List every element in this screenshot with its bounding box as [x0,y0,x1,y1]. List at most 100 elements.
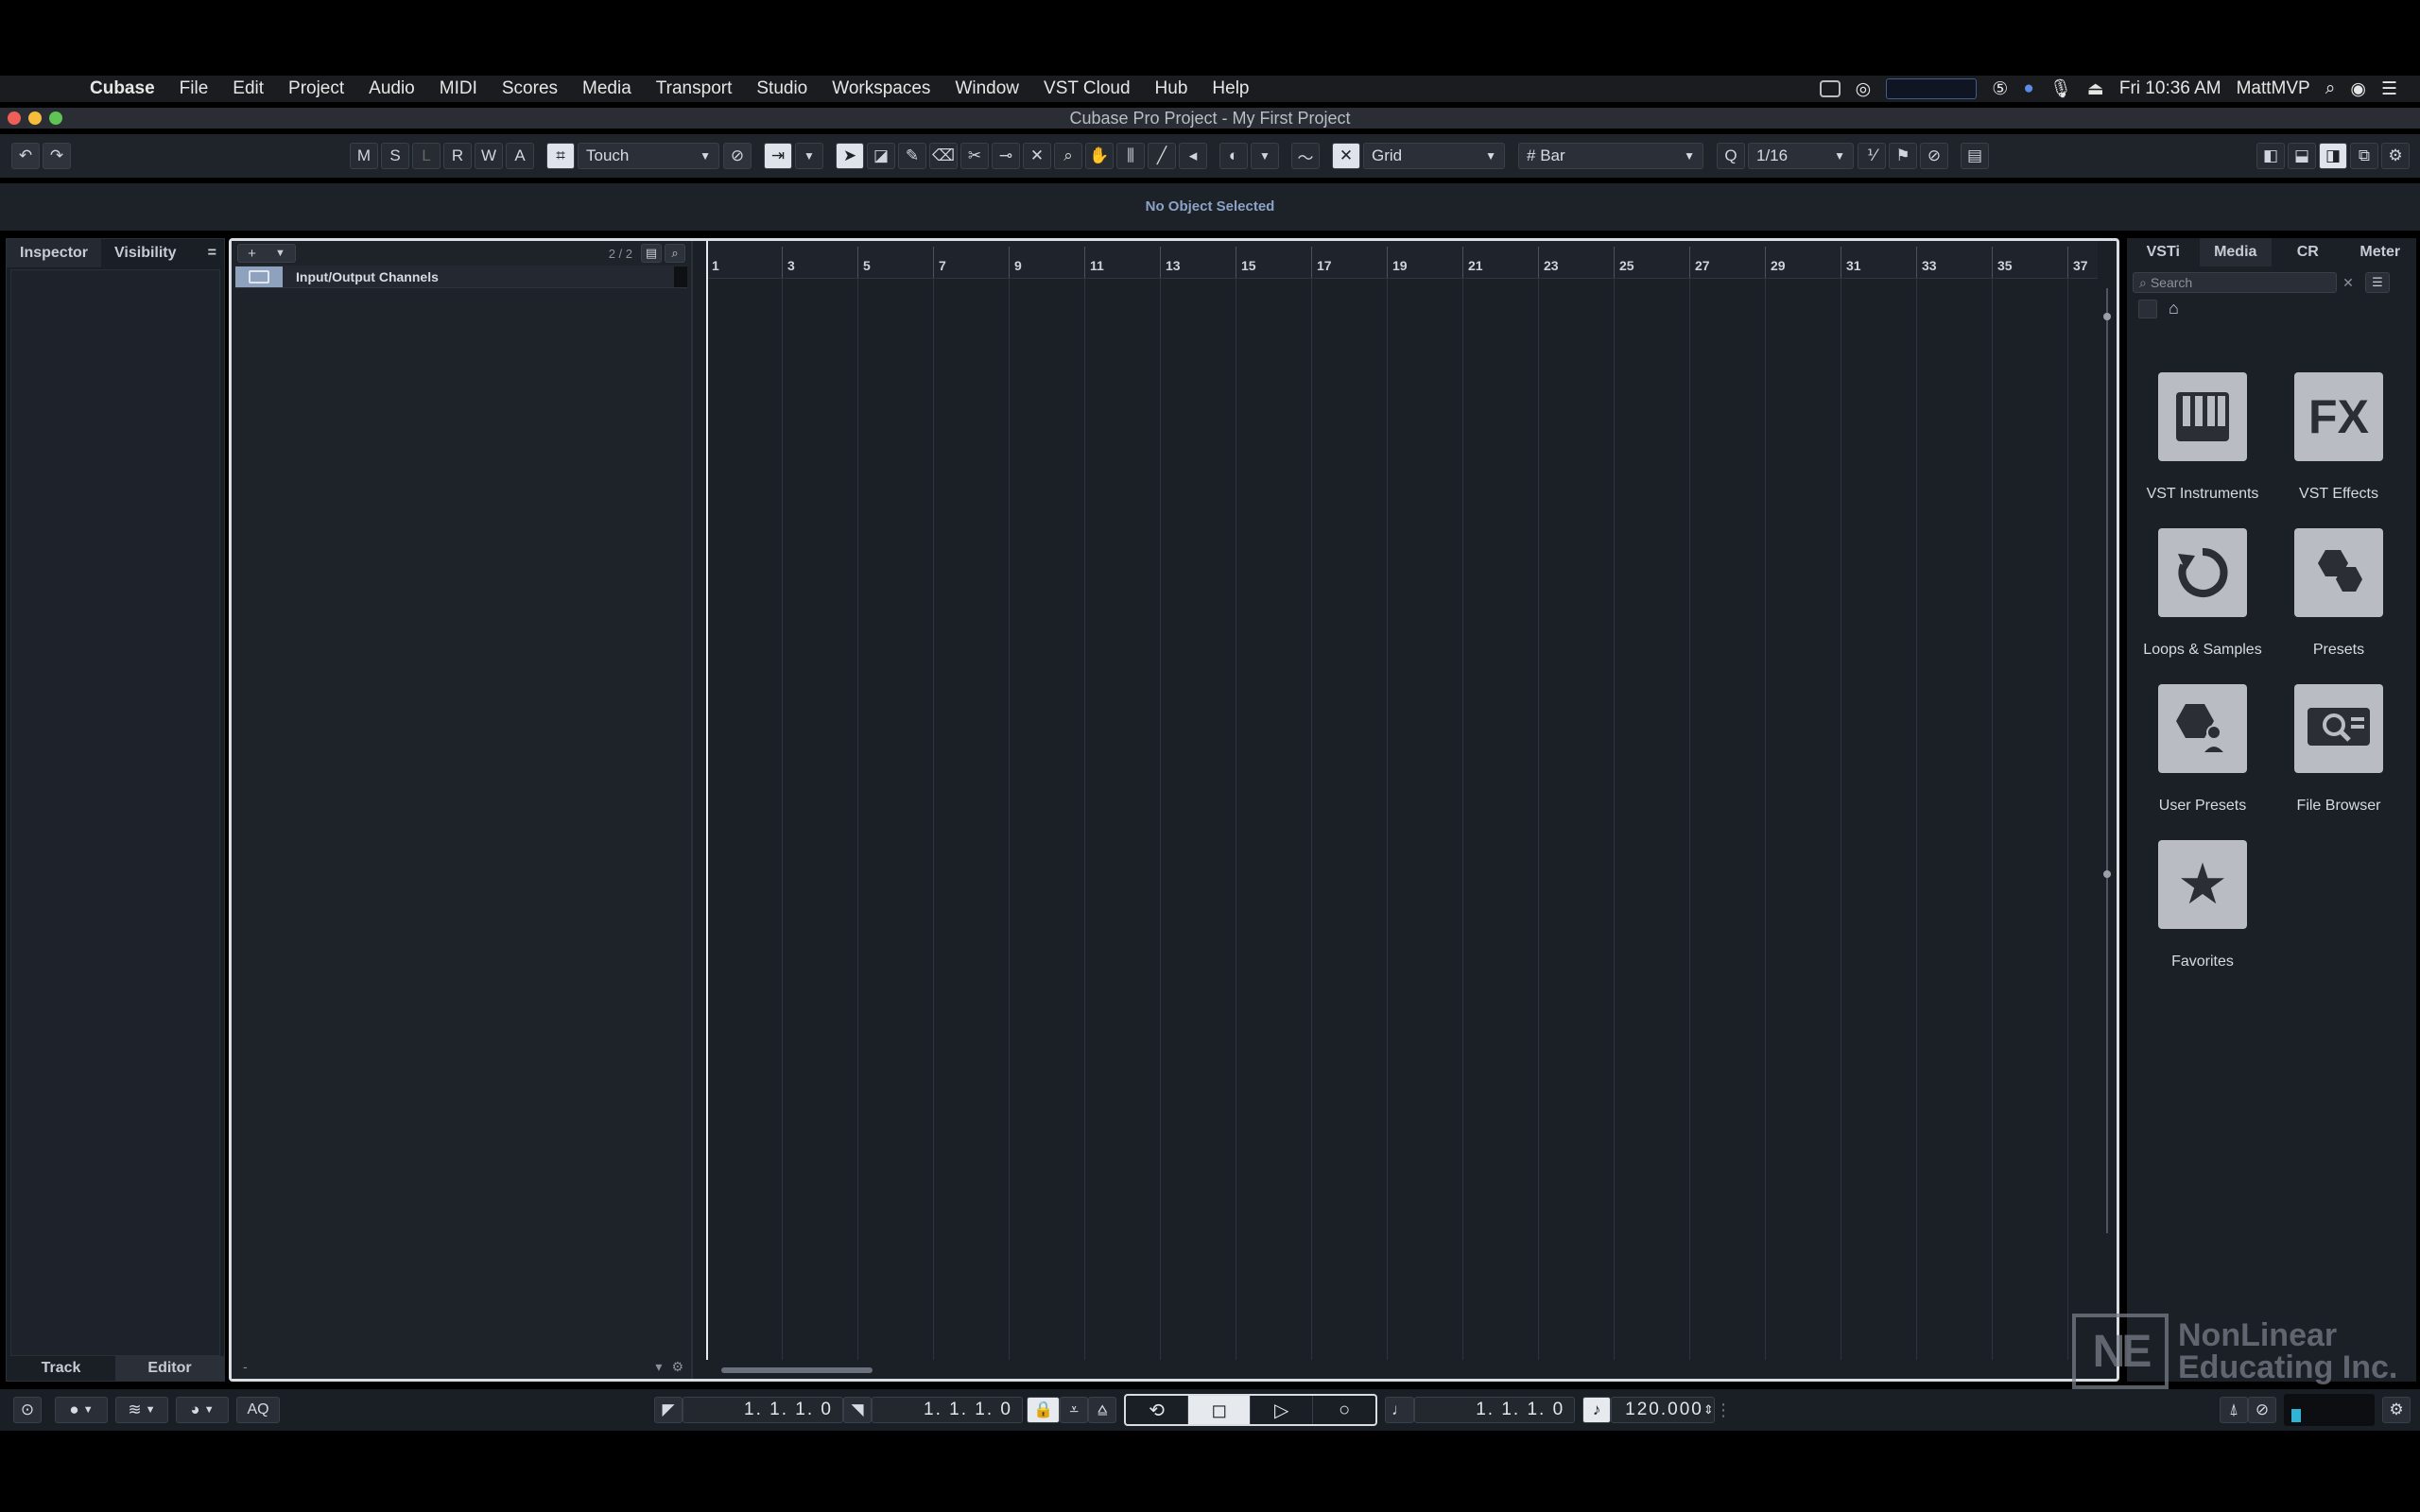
tab-vsti[interactable]: VSTi [2127,238,2200,266]
html5-icon[interactable]: ⑤ [1992,78,2008,100]
more-options-icon[interactable]: ⋮ [229,1400,246,1420]
automation-mode-dropdown[interactable]: Touch ▼ [578,143,719,169]
clear-search-icon[interactable]: ✕ [2339,272,2358,293]
iterative-quantize-icon[interactable]: ⅟ [1858,143,1886,169]
microphone-icon[interactable]: 🎙 [2049,77,2072,100]
more-options-icon[interactable]: ⋮ [168,1400,185,1420]
track-list-settings-icon[interactable]: ⚙ [671,1359,683,1375]
record-button[interactable]: ○ [1313,1396,1375,1424]
vertical-zoom-slider[interactable] [2101,250,2113,1290]
undo-button[interactable]: ↶ [11,143,40,169]
more-options-icon[interactable]: ⋮ [1377,1400,1394,1420]
inspector-menu-icon[interactable]: = [208,239,224,267]
cycle-button[interactable]: ⟲ [1126,1396,1189,1424]
menu-workspaces[interactable]: Workspaces [820,78,942,99]
automation-state-button[interactable]: A [506,143,534,169]
list-view-icon[interactable]: ☰ [2365,272,2390,293]
automation-mode-icon[interactable]: ⌗ [546,143,575,169]
automation-settings-icon[interactable]: ⊘ [723,143,752,169]
more-options-icon[interactable]: ⋮ [1715,1400,1732,1420]
project-cursor[interactable] [706,241,708,1360]
tab-media[interactable]: Media [2199,238,2272,266]
transport-settings-gear-icon[interactable]: ⚙ [2382,1397,2411,1423]
menubar-clock[interactable]: Fri 10:36 AM [2119,78,2221,99]
show-left-zone-button[interactable]: ◧ [2256,143,2285,169]
menu-edit[interactable]: Edit [220,78,276,99]
tab-visibility[interactable]: Visibility [101,239,190,267]
menu-file[interactable]: File [167,78,221,99]
menu-audio[interactable]: Audio [356,78,427,99]
auto-quantize-button[interactable]: AQ [236,1397,280,1423]
comp-tool[interactable]: ⫼ [1116,143,1145,169]
minimize-window-button[interactable] [28,112,42,125]
zoom-tool[interactable]: ⌕ [1054,143,1082,169]
left-locator-icon[interactable]: ◤ [654,1397,683,1423]
right-locator-field[interactable]: 1. 1. 1. 0 [872,1397,1023,1423]
hand-tool[interactable]: ✋ [1085,143,1114,169]
media-bay-panel-icon[interactable]: ▤ [1961,143,1989,169]
midi-input-button[interactable]: ◕ ▼ [176,1397,229,1423]
solo-state-button[interactable]: S [381,143,409,169]
more-options-icon[interactable]: ⋮ [1116,1400,1133,1420]
split-tool[interactable]: ✂ [960,143,989,169]
snap-toggle-button[interactable]: ✕ [1332,143,1360,169]
circle-status-icon[interactable]: ● [2023,78,2033,99]
tempo-track-icon[interactable]: ♪ [1582,1397,1612,1423]
quantize-apply-icon[interactable]: ⚑ [1889,143,1917,169]
quantize-settings-icon[interactable]: ⊘ [1920,143,1948,169]
ruler[interactable]: 1 3 5 7 9 11 13 15 17 19 21 23 25 27 29 31 33 35 37 [706,241,2098,279]
siri-icon[interactable]: ◉ [2350,78,2366,100]
more-options-icon[interactable]: ⋮ [108,1400,125,1420]
metronome-note-icon[interactable]: ♩ [1385,1397,1415,1423]
punch-in-icon[interactable]: ⩡ [1060,1397,1089,1423]
redo-button[interactable]: ↷ [43,143,71,169]
autoscroll-button[interactable]: ⇥ [764,143,792,169]
color-tool[interactable]: ◐ [1219,143,1248,169]
object-selection-tool[interactable]: ➤ [836,143,864,169]
lock-icon[interactable]: 🔒 [1027,1397,1061,1423]
menu-vst-cloud[interactable]: VST Cloud [1031,78,1143,99]
menu-studio[interactable]: Studio [744,78,820,99]
more-options-icon[interactable]: ⋮ [1575,1400,1592,1420]
show-lower-zone-button[interactable]: ⬓ [2288,143,2316,169]
scrollbar-thumb[interactable] [721,1367,873,1373]
sync-icon[interactable]: ⊘ [2248,1397,2276,1423]
media-tile-loops-samples[interactable]: Loops & Samples [2135,528,2271,659]
menu-cubase[interactable]: Cubase [78,78,167,99]
notification-center-icon[interactable]: ☰ [2381,78,2397,100]
add-track-button[interactable]: + ▼ [237,244,296,263]
screen-record-icon[interactable] [1819,80,1841,97]
activate-project-icon[interactable]: ⊙ [13,1397,42,1423]
mute-tool[interactable]: ✕ [1023,143,1051,169]
audio-waveform-button[interactable]: ≋ ▼ [115,1397,168,1423]
menu-window[interactable]: Window [942,78,1031,99]
track-row[interactable]: Input/Output Channels [235,266,687,288]
setup-window-layout-button[interactable]: ⧉ [2350,143,2378,169]
track-list-minus-icon[interactable]: - [243,1359,248,1375]
snap-type-dropdown[interactable]: Grid ▼ [1363,143,1505,169]
autoscroll-menu-button[interactable]: ▼ [795,143,823,169]
media-tile-file-browser[interactable]: File Browser [2271,684,2407,815]
tab-inspector[interactable]: Inspector [7,239,102,267]
bar-grid[interactable] [706,279,2098,1360]
tempo-stepper-icon[interactable]: ⇕ [1703,1402,1716,1418]
tab-meter[interactable]: Meter [2344,238,2417,266]
play-button[interactable]: ▷ [1251,1396,1314,1424]
listen-state-button[interactable]: L [412,143,441,169]
creative-cloud-icon[interactable]: ◎ [1856,78,1872,100]
range-selection-tool[interactable]: ◪ [867,143,895,169]
right-locator-icon[interactable]: ◥ [843,1397,872,1423]
color-menu-button[interactable]: ▼ [1251,143,1279,169]
zoom-window-button[interactable] [49,112,62,125]
track-list-view-icon[interactable]: ▤ [641,244,662,263]
menu-media[interactable]: Media [570,78,644,99]
read-automation-button[interactable]: R [443,143,472,169]
tab-control-room[interactable]: CR [2272,238,2344,266]
track-search-icon[interactable]: ⌕ [665,244,685,263]
media-search-input[interactable]: ⌕ Search [2133,272,2337,293]
menubar-user[interactable]: MattMVP [2237,78,2310,99]
punch-out-icon[interactable]: ⩠ [1088,1397,1117,1423]
media-tile-vst-instruments[interactable]: VST Instruments [2135,372,2271,503]
quantize-icon[interactable]: Q [1717,143,1745,169]
close-window-button[interactable] [8,112,21,125]
